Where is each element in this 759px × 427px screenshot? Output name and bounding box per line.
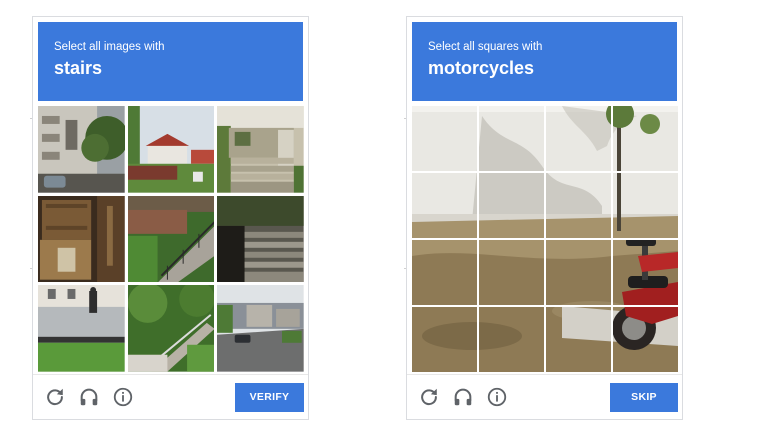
image-tile-building-with-tree[interactable] xyxy=(38,106,125,193)
keyword-text: stairs xyxy=(54,58,103,78)
image-tile-red-roof-houses[interactable] xyxy=(127,106,215,193)
grid-square-10[interactable] xyxy=(479,240,544,305)
tile-photo xyxy=(217,195,304,283)
grid-square-2[interactable] xyxy=(479,106,544,171)
instruction-text: Select all squares with xyxy=(428,41,543,53)
info-icon[interactable] xyxy=(484,384,510,410)
image-tile-porch-steps[interactable] xyxy=(217,106,304,193)
edge-mark xyxy=(404,118,406,119)
grid-square-1[interactable] xyxy=(412,106,477,171)
grid-square-13[interactable] xyxy=(412,307,477,372)
image-tile-concrete-steps[interactable] xyxy=(217,195,304,283)
tile-photo xyxy=(38,106,125,193)
keyword-text: motorcycles xyxy=(428,58,535,78)
reload-icon[interactable] xyxy=(42,384,68,410)
footer-divider xyxy=(33,374,308,375)
image-tile-person-walking[interactable] xyxy=(38,285,125,372)
edge-mark xyxy=(404,268,406,269)
footer-icons xyxy=(38,384,136,410)
verify-button[interactable]: VERIFY xyxy=(235,382,304,412)
grid-square-14[interactable] xyxy=(479,307,544,372)
tile-photo xyxy=(38,285,125,372)
grid-square-6[interactable] xyxy=(479,173,544,238)
captcha-motorcycles: Select all squares with motorcycles SKIP xyxy=(406,16,683,420)
reload-icon[interactable] xyxy=(416,384,442,410)
image-grid xyxy=(412,106,678,372)
tile-photo xyxy=(127,195,215,283)
grid-square-4[interactable] xyxy=(613,106,678,171)
grid-square-8[interactable] xyxy=(613,173,678,238)
captcha-footer: SKIP xyxy=(412,379,678,415)
footer-divider xyxy=(407,374,682,375)
image-tile-outdoor-staircase[interactable] xyxy=(127,195,215,283)
image-grid xyxy=(38,106,304,372)
edge-mark xyxy=(30,268,32,269)
headphones-icon[interactable] xyxy=(76,384,102,410)
instruction-text: Select all images with xyxy=(54,41,165,53)
edge-mark xyxy=(30,118,32,119)
captcha-stairs: Select all images with stairs VERIFY xyxy=(32,16,309,420)
grid-square-11[interactable] xyxy=(546,240,611,305)
tile-photo xyxy=(127,285,215,372)
grid-square-15[interactable] xyxy=(546,307,611,372)
info-icon[interactable] xyxy=(110,384,136,410)
grid-square-3[interactable] xyxy=(546,106,611,171)
tile-photo xyxy=(217,106,304,193)
captcha-header: Select all images with stairs xyxy=(38,22,303,101)
image-tile-garden-stairs[interactable] xyxy=(127,285,215,372)
grid-square-7[interactable] xyxy=(546,173,611,238)
footer-icons xyxy=(412,384,510,410)
captcha-footer: VERIFY xyxy=(38,379,304,415)
grid-square-16[interactable] xyxy=(613,307,678,372)
tile-photo xyxy=(217,285,304,372)
grid-square-9[interactable] xyxy=(412,240,477,305)
grid-square-12[interactable] xyxy=(613,240,678,305)
image-tile-residential-street[interactable] xyxy=(217,285,304,372)
headphones-icon[interactable] xyxy=(450,384,476,410)
image-tile-wooden-crates[interactable] xyxy=(38,195,125,283)
skip-button[interactable]: SKIP xyxy=(610,382,678,412)
tile-photo xyxy=(127,106,215,193)
captcha-header: Select all squares with motorcycles xyxy=(412,22,677,101)
grid-square-5[interactable] xyxy=(412,173,477,238)
tile-photo xyxy=(38,195,125,283)
